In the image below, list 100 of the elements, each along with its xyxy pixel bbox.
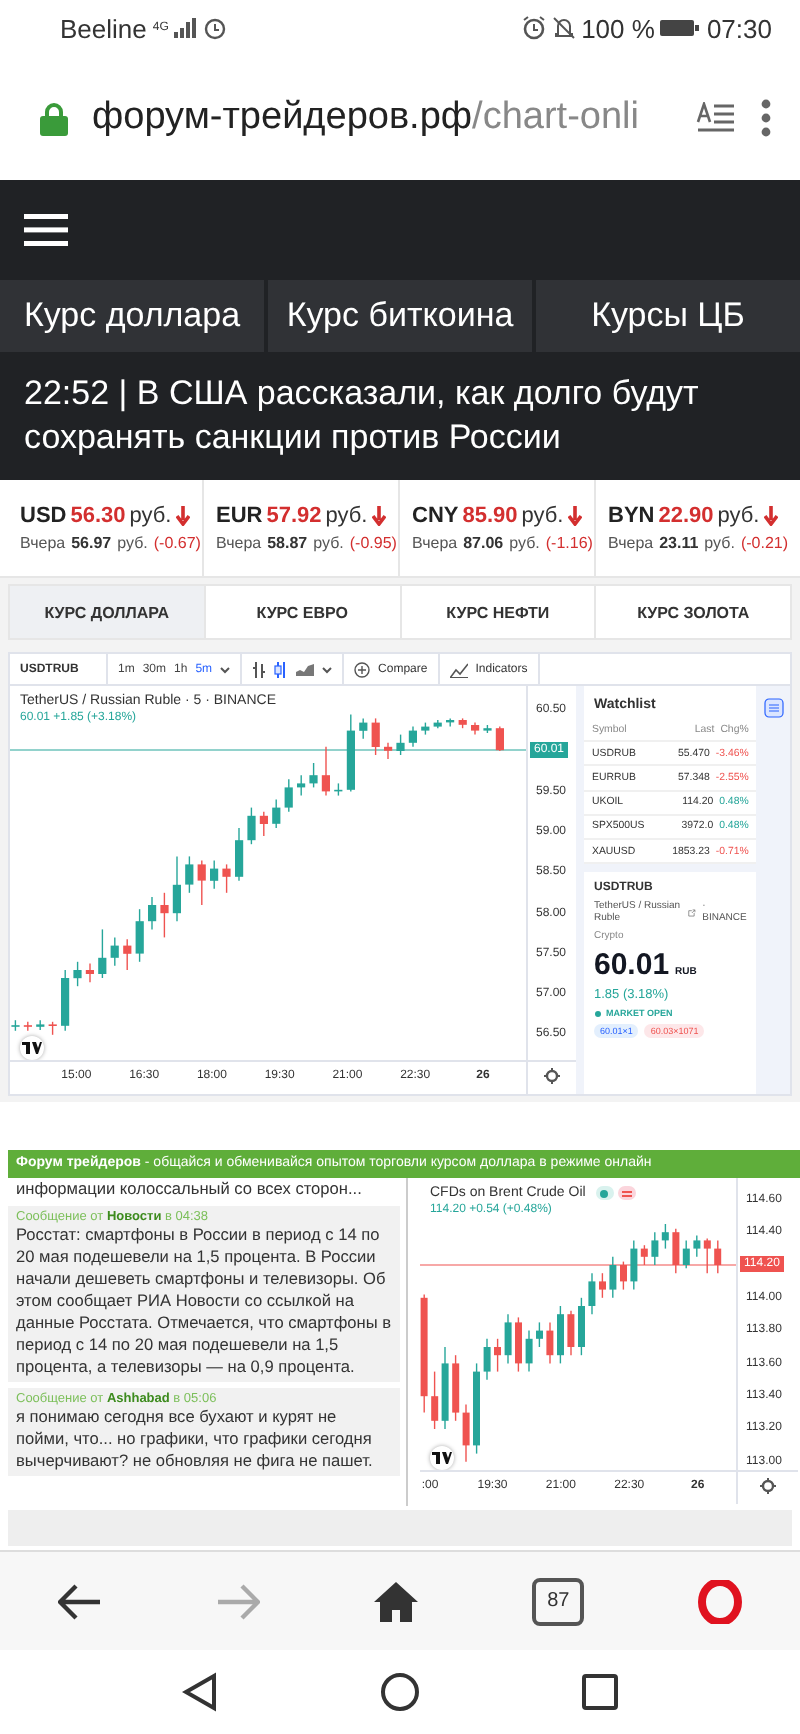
rate-change: (-0.95) bbox=[349, 534, 397, 552]
candlestick bbox=[346, 713, 355, 793]
recents-square-icon[interactable] bbox=[582, 1674, 619, 1710]
candlestick bbox=[483, 1338, 491, 1381]
more-menu-icon[interactable] bbox=[760, 98, 772, 138]
address-text[interactable]: форум-трейдеров.рф/chart-onli bbox=[92, 96, 672, 140]
candlestick bbox=[433, 719, 442, 729]
rate-change: (-1.16) bbox=[545, 534, 593, 552]
battery-icon bbox=[660, 18, 701, 38]
candlestick bbox=[421, 721, 430, 736]
signal-icon bbox=[174, 18, 199, 38]
plus-circle-icon bbox=[354, 661, 371, 677]
candlestick bbox=[483, 724, 492, 734]
candlestick bbox=[61, 969, 70, 1032]
headline-link[interactable]: 22:52 | В США рассказали, как долго будут сохранять санкции против России bbox=[0, 352, 800, 460]
rate-change: (-0.21) bbox=[740, 534, 788, 552]
candlestick bbox=[185, 855, 194, 894]
nav-link[interactable]: Курс биткоина bbox=[268, 280, 532, 352]
candlestick bbox=[567, 1310, 575, 1356]
candlestick bbox=[297, 774, 306, 797]
chart-tab[interactable]: КУРС ЗОЛОТА bbox=[596, 586, 790, 638]
candlestick bbox=[222, 863, 231, 894]
yesterday-value: 23.11 bbox=[659, 534, 699, 552]
last-price: 60.01 bbox=[594, 948, 670, 983]
rate-change: (-0.67) bbox=[153, 534, 201, 552]
currency-code: EUR bbox=[216, 504, 263, 528]
candles-icon[interactable] bbox=[274, 661, 289, 677]
settings-icon[interactable] bbox=[760, 1478, 776, 1494]
candlestick bbox=[495, 725, 504, 752]
chart-logo-icon[interactable] bbox=[430, 1446, 454, 1470]
chart-tab[interactable]: КУРС НЕФТИ bbox=[401, 586, 595, 638]
message-text: Росстат: смартфоны в России в период с 14 по 20 мая подешевели на 1,5 процента. В России начали дешеветь смартфоны и телевизоры. Об этом сообщает РИА Новости со ссылкой на данные Росстата. Отмечается, что смартфоны в период с 14 по 20 мая подешевели на 1,5 процента, а телевизоры — на 0,9 процента. bbox=[16, 1224, 392, 1378]
chart-tab[interactable]: КУРС ДОЛЛАРА bbox=[10, 586, 204, 638]
candlestick bbox=[420, 1293, 428, 1414]
candlestick bbox=[11, 1019, 20, 1032]
indicators-icon bbox=[449, 661, 468, 677]
clock-icon bbox=[204, 17, 227, 39]
candlestick bbox=[73, 961, 82, 987]
nav-link[interactable]: Курсы ЦБ bbox=[536, 280, 800, 352]
visibility-toggle[interactable] bbox=[595, 1186, 614, 1200]
chevron-down-icon[interactable] bbox=[220, 665, 231, 673]
status-dot-icon bbox=[600, 1189, 609, 1197]
candlestick bbox=[321, 746, 330, 797]
candlestick bbox=[446, 717, 455, 728]
candlestick bbox=[588, 1272, 596, 1315]
currency-unit: руб. bbox=[117, 534, 148, 552]
settings-icon[interactable] bbox=[544, 1068, 560, 1084]
menu-icon[interactable] bbox=[24, 214, 68, 246]
yesterday-label: Вчера bbox=[608, 534, 654, 552]
candlestick bbox=[359, 717, 368, 740]
clock-time: 07:30 bbox=[706, 13, 772, 43]
menu-toggle[interactable] bbox=[617, 1186, 636, 1200]
candlestick bbox=[525, 1329, 533, 1373]
equals-icon bbox=[621, 1189, 632, 1197]
rate-value: 85.90 bbox=[462, 504, 518, 528]
alarm-icon bbox=[521, 16, 546, 40]
watchlist-icon[interactable] bbox=[763, 698, 784, 718]
candlestick bbox=[259, 811, 268, 837]
candlestick bbox=[85, 962, 94, 983]
candlestick bbox=[473, 1362, 480, 1455]
candlestick bbox=[396, 733, 405, 756]
candlestick bbox=[408, 725, 417, 748]
rate-value: 56.30 bbox=[70, 504, 126, 528]
opera-logo-icon[interactable] bbox=[698, 1579, 743, 1623]
home-icon[interactable] bbox=[373, 1581, 418, 1621]
tabs-counter[interactable]: 87 bbox=[532, 1577, 585, 1625]
candlestick bbox=[578, 1297, 585, 1356]
yesterday-label: Вчера bbox=[20, 534, 66, 552]
home-circle-icon[interactable] bbox=[379, 1672, 420, 1712]
candlestick bbox=[110, 936, 119, 967]
yesterday-label: Вчера bbox=[412, 534, 458, 552]
chart-tab[interactable]: КУРС ЕВРО bbox=[205, 586, 399, 638]
back-icon[interactable] bbox=[57, 1583, 102, 1619]
yesterday-value: 58.87 bbox=[267, 534, 308, 552]
battery-level: 100 % bbox=[581, 13, 655, 43]
bars-icon[interactable] bbox=[252, 661, 267, 677]
chart-logo-icon[interactable] bbox=[20, 1036, 44, 1060]
rate-value: 57.92 bbox=[266, 504, 322, 528]
candlestick bbox=[599, 1272, 606, 1299]
currency-unit: руб. bbox=[704, 534, 735, 552]
candlestick bbox=[36, 1019, 45, 1031]
back-triangle-icon[interactable] bbox=[181, 1672, 218, 1712]
chevron-down-icon[interactable] bbox=[322, 665, 333, 673]
lock-icon bbox=[40, 101, 68, 135]
candlestick bbox=[23, 1021, 32, 1032]
yesterday-label: Вчера bbox=[216, 534, 262, 552]
currency-unit: руб. bbox=[717, 504, 760, 528]
currency-unit: руб. bbox=[129, 504, 172, 528]
reader-mode-icon[interactable] bbox=[696, 102, 736, 134]
message-text: информации колоссальный со всех сторон... bbox=[14, 1178, 364, 1200]
candlestick bbox=[172, 855, 181, 922]
candlestick bbox=[210, 859, 219, 890]
candlestick bbox=[160, 892, 169, 939]
area-chart-icon[interactable] bbox=[296, 662, 315, 676]
nav-link[interactable]: Курс доллара bbox=[0, 280, 264, 352]
currency-code: USD bbox=[20, 504, 67, 528]
candlestick bbox=[148, 896, 157, 931]
currency-unit: руб. bbox=[509, 534, 540, 552]
candlestick bbox=[334, 782, 343, 797]
candlestick bbox=[98, 928, 107, 979]
